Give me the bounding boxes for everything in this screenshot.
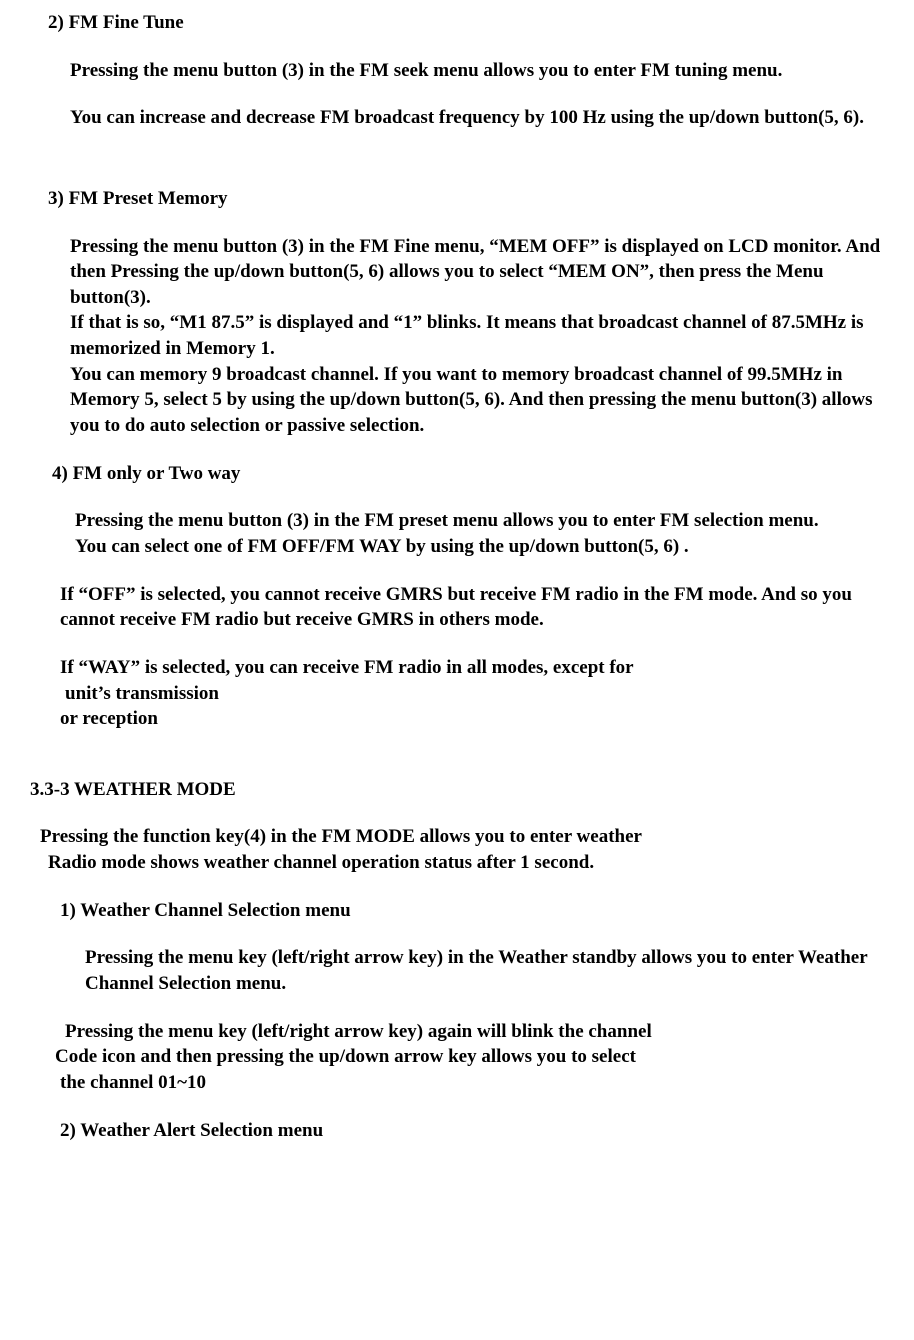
weather-1-para-2: Pressing the menu key (left/right arrow … [30,1019,884,1096]
weather-intro-line2: Radio mode shows weather channel operati… [48,850,884,876]
section-4-para-3: If “OFF” is selected, you cannot receive… [60,582,884,633]
section-3-para-3: You can memory 9 broadcast channel. If y… [70,362,884,439]
section-4-para-4c: or reception [60,706,884,732]
weather-1-heading: 1) Weather Channel Selection menu [60,898,884,924]
section-2-heading: 2) FM Fine Tune [48,10,884,36]
section-2-para-2: You can increase and decrease FM broadca… [70,105,884,131]
weather-1-para-2b: Code icon and then pressing the up/down … [55,1044,884,1070]
weather-1-para-2c: the channel 01~10 [60,1070,884,1096]
section-4-para-2: You can select one of FM OFF/FM WAY by u… [75,534,884,560]
section-3-heading: 3) FM Preset Memory [48,186,884,212]
weather-1-para-1: Pressing the menu key (left/right arrow … [85,945,884,996]
section-2-para-1: Pressing the menu button (3) in the FM s… [70,58,884,84]
weather-mode-heading: 3.3-3 WEATHER MODE [30,777,884,803]
section-4-para-4b: unit’s transmission [65,681,884,707]
section-4-heading: 4) FM only or Two way [52,461,884,487]
section-3-para-2: If that is so, “M1 87.5” is displayed an… [70,310,884,361]
weather-2-heading: 2) Weather Alert Selection menu [60,1118,884,1144]
section-3-para-1: Pressing the menu button (3) in the FM F… [70,234,884,311]
section-4-para-1: Pressing the menu button (3) in the FM p… [75,508,884,534]
section-4-para-4: If “WAY” is selected, you can receive FM… [30,655,884,732]
weather-1-para-2a: Pressing the menu key (left/right arrow … [65,1019,884,1045]
weather-intro: Pressing the function key(4) in the FM M… [30,824,884,875]
weather-intro-line1: Pressing the function key(4) in the FM M… [40,824,884,850]
section-4-para-4a: If “WAY” is selected, you can receive FM… [60,655,884,681]
